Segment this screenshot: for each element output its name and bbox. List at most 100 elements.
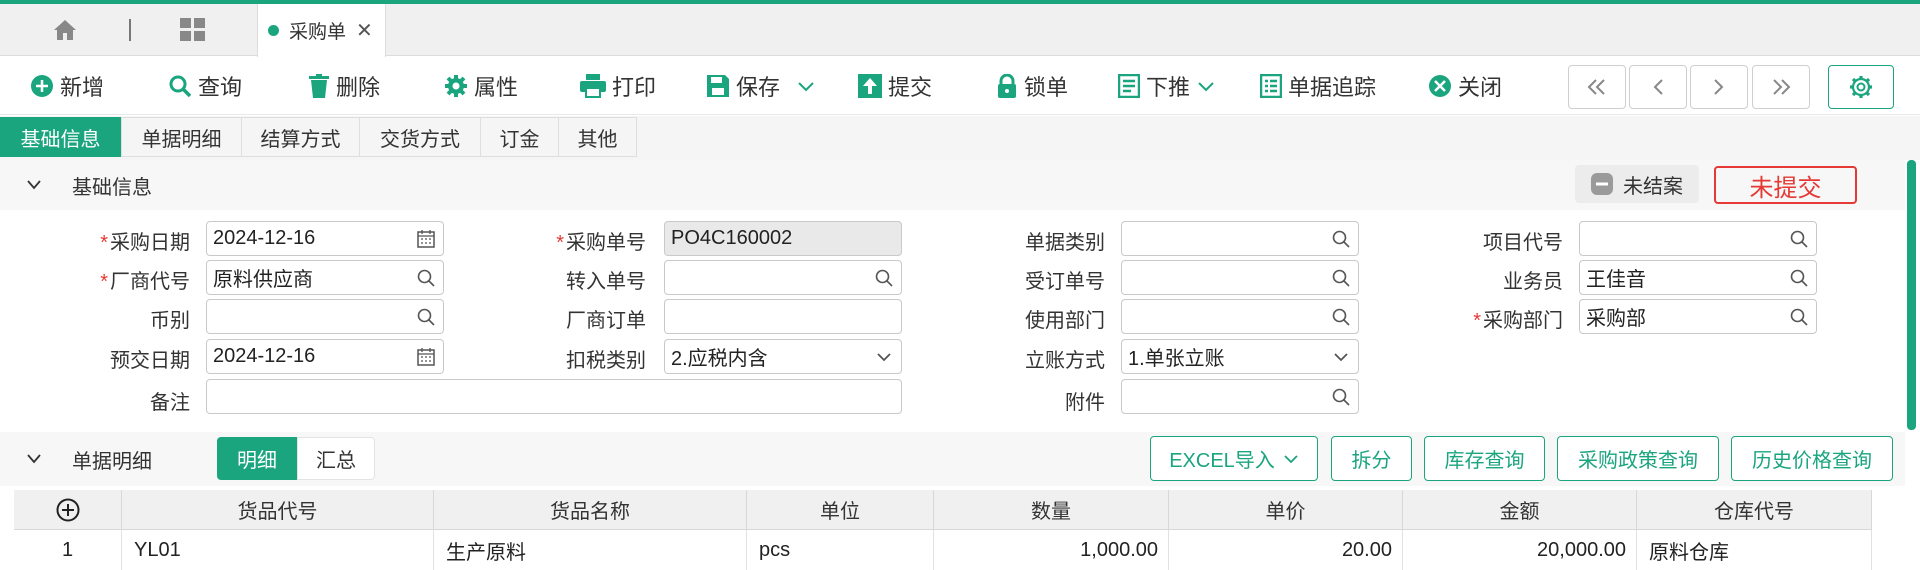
purchase-date-field[interactable]: 2024-12-16: [206, 221, 444, 256]
status-unclosed-button[interactable]: 未结案: [1575, 165, 1699, 203]
remark-field[interactable]: [206, 379, 902, 414]
cell-unit[interactable]: pcs: [747, 530, 934, 570]
tab-delivery[interactable]: 交货方式: [359, 117, 481, 157]
chevron-down-icon: [877, 353, 891, 362]
col-header-amount[interactable]: 金额: [1403, 490, 1637, 530]
status-unsubmitted-badge: 未提交: [1714, 166, 1857, 204]
home-icon[interactable]: [44, 4, 86, 56]
push-down-label: 下推: [1146, 75, 1191, 100]
col-header-item-name[interactable]: 货品名称: [434, 490, 747, 530]
policy-query-button[interactable]: 采购政策查询: [1557, 436, 1719, 481]
plus-circle-icon: [31, 75, 53, 97]
calendar-icon: [417, 230, 435, 248]
cell-price[interactable]: 20.00: [1169, 530, 1403, 570]
cell-qty[interactable]: 1,000.00: [934, 530, 1169, 570]
vendor-code-field[interactable]: 原料供应商: [206, 260, 444, 295]
tracking-icon: [1260, 74, 1282, 98]
basic-info-toggle[interactable]: 基础信息: [26, 170, 152, 200]
sales-order-no-label: 受订单号: [1025, 271, 1105, 293]
price-history-button[interactable]: 历史价格查询: [1731, 436, 1893, 481]
add-row-header[interactable]: [14, 490, 122, 530]
project-code-field[interactable]: [1579, 221, 1817, 256]
first-record-button[interactable]: [1568, 65, 1626, 109]
settings-button[interactable]: [1828, 65, 1894, 109]
tax-type-select[interactable]: 2.应税内含: [664, 339, 902, 374]
stock-query-button[interactable]: 库存查询: [1424, 436, 1545, 481]
tab-purchase-order[interactable]: 采购单 ✕: [257, 4, 386, 57]
vendor-order-field[interactable]: [664, 299, 902, 334]
col-header-price[interactable]: 单价: [1169, 490, 1403, 530]
tab-settlement[interactable]: 结算方式: [241, 117, 360, 157]
col-header-item-code[interactable]: 货品代号: [122, 490, 434, 530]
split-button[interactable]: 拆分: [1331, 436, 1412, 481]
search-icon: [875, 269, 893, 287]
close-circle-icon: [1429, 75, 1451, 97]
sales-order-no-field[interactable]: [1121, 260, 1359, 295]
grid-apps-icon[interactable]: [176, 4, 210, 56]
query-button[interactable]: 查询: [168, 57, 242, 115]
chevron-down-icon: [1284, 454, 1298, 463]
vertical-scrollbar[interactable]: [1907, 160, 1916, 430]
purchase-dept-field[interactable]: 采购部: [1579, 299, 1817, 334]
account-method-select[interactable]: 1.单张立账: [1121, 339, 1359, 374]
close-button[interactable]: 关闭: [1428, 57, 1502, 115]
submit-button[interactable]: 提交: [858, 57, 932, 115]
salesman-field[interactable]: 王佳音: [1579, 260, 1817, 295]
save-button[interactable]: 保存: [706, 57, 816, 115]
col-header-qty[interactable]: 数量: [934, 490, 1169, 530]
lock-button[interactable]: 锁单: [996, 57, 1068, 115]
search-icon: [417, 308, 435, 326]
expected-date-field[interactable]: 2024-12-16: [206, 339, 444, 374]
trace-button[interactable]: 单据追踪: [1260, 57, 1376, 115]
doc-type-field[interactable]: [1121, 221, 1359, 256]
cell-item-code[interactable]: YL01: [122, 530, 434, 570]
transfer-no-field[interactable]: [664, 260, 902, 295]
search-icon: [169, 75, 192, 98]
seg-detail[interactable]: 明细: [217, 437, 297, 480]
col-header-warehouse[interactable]: 仓库代号: [1637, 490, 1872, 530]
details-toggle[interactable]: 单据明细: [26, 444, 152, 474]
excel-import-button[interactable]: EXCEL导入: [1150, 436, 1318, 481]
properties-button[interactable]: 属性: [444, 57, 518, 115]
chevron-down-icon: [27, 180, 41, 190]
tab-document-details[interactable]: 单据明细: [121, 117, 242, 157]
cell-item-name[interactable]: 生产原料: [434, 530, 747, 570]
search-icon: [1332, 230, 1350, 248]
add-button[interactable]: 新增: [30, 57, 104, 115]
tab-basic-info[interactable]: 基础信息: [0, 117, 121, 157]
add-label: 新增: [60, 75, 105, 100]
double-chevron-left-icon: [1587, 79, 1605, 95]
double-chevron-right-icon: [1773, 79, 1791, 95]
cell-amount[interactable]: 20,000.00: [1403, 530, 1637, 570]
cell-warehouse[interactable]: 原料仓库: [1637, 530, 1872, 570]
tab-deposit[interactable]: 订金: [480, 117, 559, 157]
remark-label: 备注: [150, 392, 190, 414]
delete-button[interactable]: 删除: [308, 57, 380, 115]
attachment-field[interactable]: [1121, 379, 1359, 414]
chevron-down-icon: [1334, 353, 1348, 362]
currency-field[interactable]: [206, 299, 444, 334]
row-number: 1: [14, 530, 122, 570]
purchase-no-label: * 采购单号: [556, 232, 646, 254]
tab-label: 采购单: [289, 22, 347, 43]
query-label: 查询: [198, 75, 243, 100]
tab-other[interactable]: 其他: [558, 117, 637, 157]
push-down-button[interactable]: 下推: [1118, 57, 1216, 115]
project-code-label: 项目代号: [1483, 232, 1563, 254]
print-button[interactable]: 打印: [580, 57, 656, 115]
submit-label: 提交: [888, 75, 933, 100]
col-header-unit[interactable]: 单位: [747, 490, 934, 530]
details-title: 单据明细: [72, 450, 152, 473]
expected-date-label: 预交日期: [110, 350, 190, 372]
lock-label: 锁单: [1024, 75, 1069, 100]
prev-record-button[interactable]: [1629, 65, 1687, 109]
use-dept-field[interactable]: [1121, 299, 1359, 334]
close-tab-icon[interactable]: ✕: [356, 18, 373, 43]
plus-circle-icon: [56, 498, 79, 521]
chevron-left-icon: [1653, 79, 1663, 95]
next-record-button[interactable]: [1690, 65, 1748, 109]
last-record-button[interactable]: [1752, 65, 1810, 109]
seg-summary[interactable]: 汇总: [297, 437, 375, 480]
print-label: 打印: [612, 75, 657, 100]
floppy-icon: [707, 75, 729, 97]
